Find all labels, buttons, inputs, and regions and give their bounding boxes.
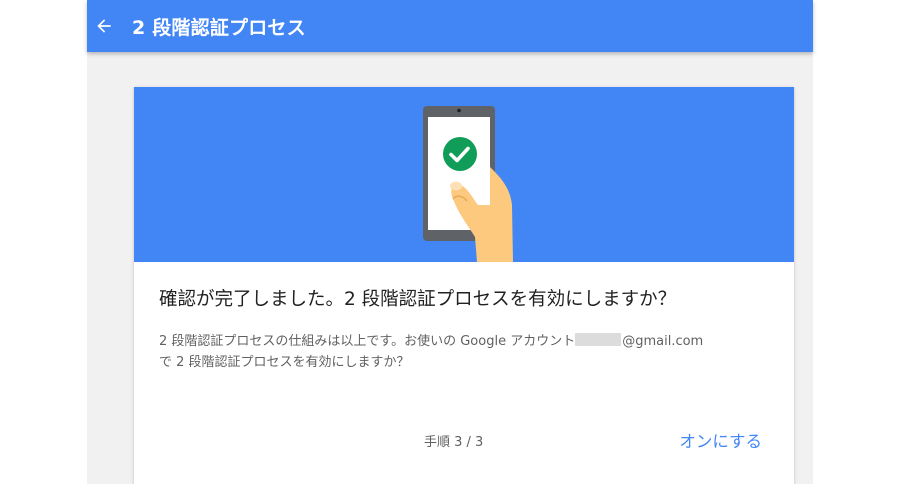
description-text: 2 段階認証プロセスの仕組みは以上です。お使いの Google アカウント @gm… [159,331,779,373]
description-prefix: 2 段階認証プロセスの仕組みは以上です。お使いの Google アカウント [159,334,576,349]
turn-on-button[interactable]: オンにする [679,428,762,452]
email-domain: @gmail.com [622,334,704,349]
confirmation-card: 確認が完了しました。2 段階認証プロセスを有効にしますか？ 2 段階認証プロセス… [134,87,794,484]
hero-banner [134,87,794,262]
page: 2 段階認証プロセス 確認が完了しました。2 段階認証プロセスを有効にしますか？… [87,0,813,484]
arrow-back-icon [97,19,111,33]
phone-with-checkmark-icon [423,106,513,262]
app-bar: 2 段階認証プロセス [87,0,813,52]
back-button[interactable] [89,11,119,41]
page-title: 2 段階認証プロセス [132,16,306,39]
confirmation-heading: 確認が完了しました。2 段階認証プロセスを有効にしますか？ [159,289,677,310]
masked-email-name [575,333,622,346]
description-line-2: で 2 段階認証プロセスを有効にしますか？ [159,355,410,370]
step-indicator: 手順 3 / 3 [424,435,484,450]
